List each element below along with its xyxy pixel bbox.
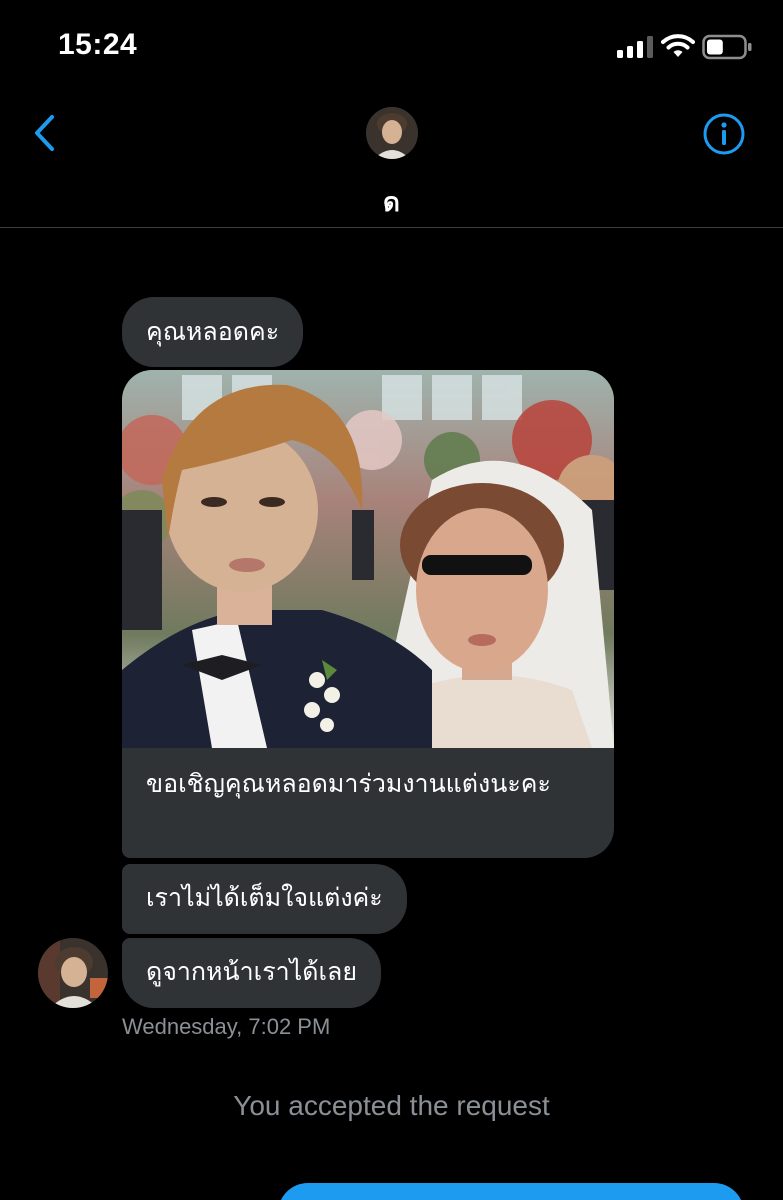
avatar-photo — [366, 107, 418, 159]
message-bubble[interactable]: ดูจากหน้าเราได้เลย — [122, 938, 381, 1008]
system-notice: You accepted the request — [233, 1090, 550, 1121]
dm-conversation-screen: 15:24 ด คุณหลอดคะ ขอเชิญคุณหลอดมาร่วมงาน… — [0, 0, 783, 1200]
battery-icon — [702, 34, 752, 60]
status-time: 15:24 — [58, 28, 138, 61]
info-circle-icon[interactable] — [702, 112, 746, 156]
sender-avatar[interactable] — [38, 938, 108, 1008]
contact-name: ด — [383, 187, 400, 217]
cellular-signal-icon — [617, 36, 653, 58]
conversation-header: ด — [0, 90, 783, 228]
message-bubble[interactable]: เราไม่ได้เต็มใจแต่งค่ะ — [122, 864, 407, 934]
action-button[interactable] — [278, 1183, 744, 1200]
wedding-photo[interactable] — [122, 370, 614, 748]
status-bar: 15:24 — [0, 0, 783, 90]
avatar-photo — [38, 938, 108, 1008]
chevron-left-icon[interactable] — [32, 114, 58, 152]
contact-avatar[interactable] — [366, 107, 418, 159]
message-timestamp: Wednesday, 7:02 PM — [122, 1014, 331, 1039]
message-bubble[interactable]: คุณหลอดคะ — [122, 297, 304, 367]
media-message[interactable]: ขอเชิญคุณหลอดมาร่วมงานแต่งนะคะ — [122, 370, 614, 858]
media-caption: ขอเชิญคุณหลอดมาร่วมงานแต่งนะคะ — [146, 769, 551, 798]
wifi-icon — [661, 34, 695, 57]
